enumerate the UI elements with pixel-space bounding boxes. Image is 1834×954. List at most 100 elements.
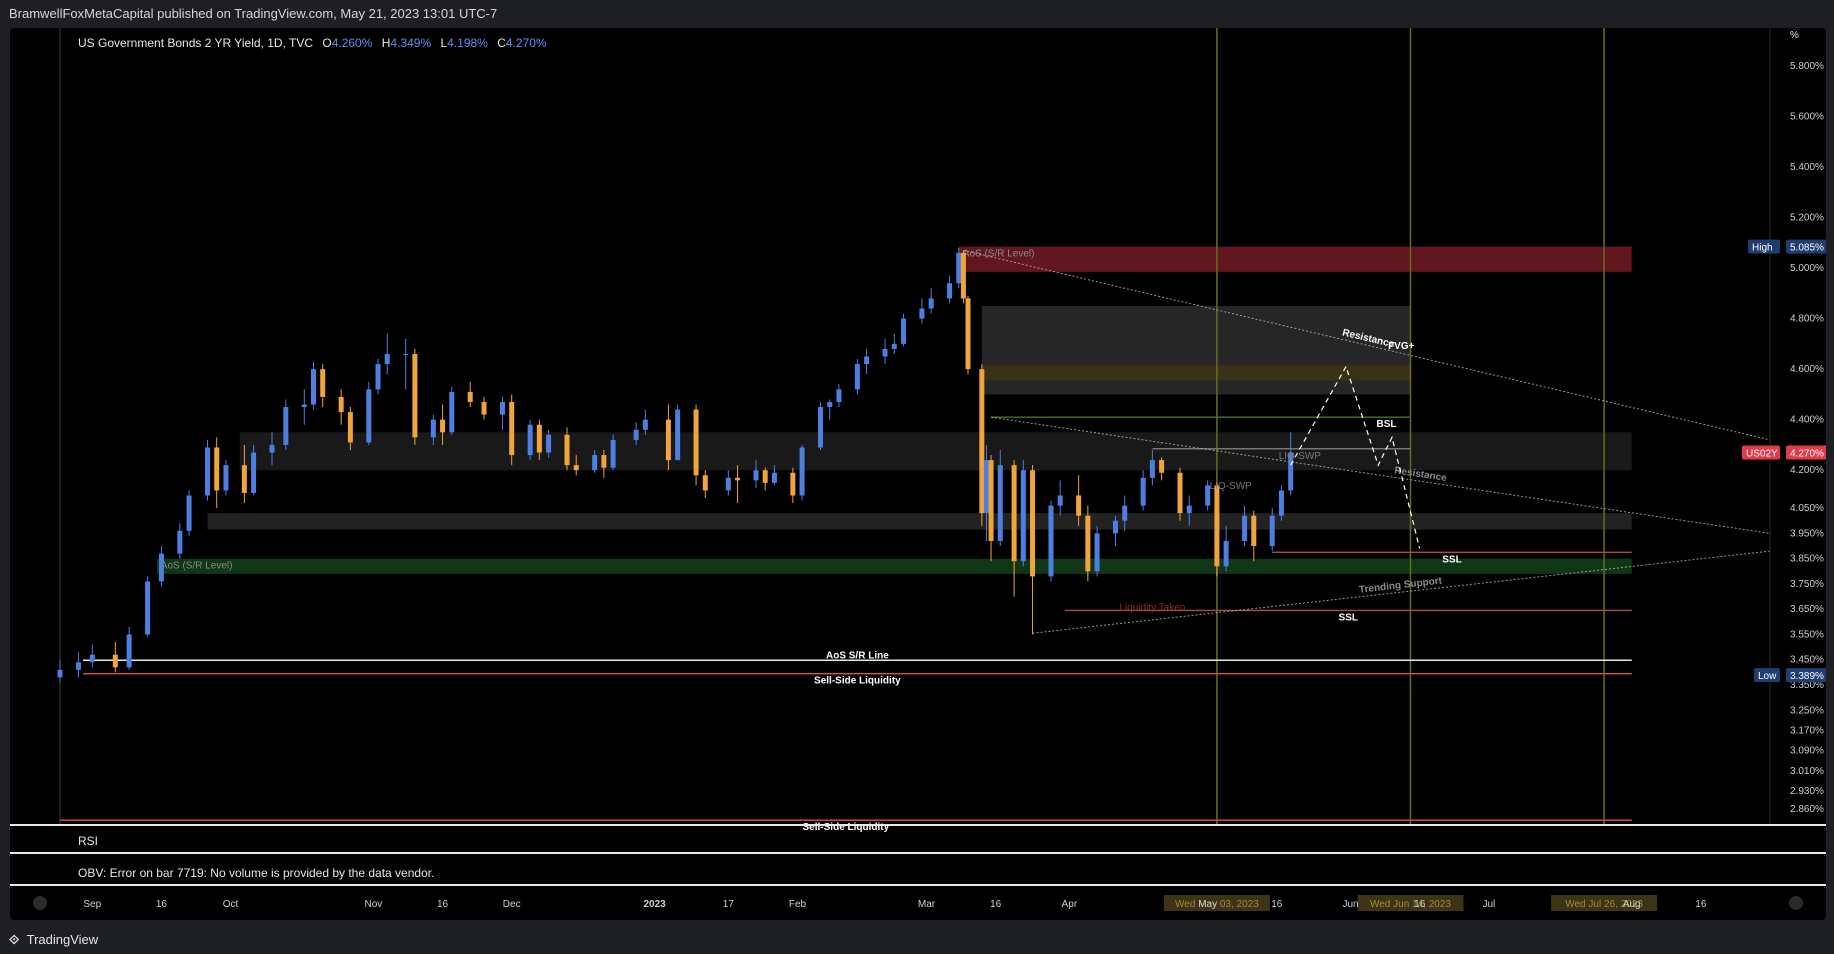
price-tick-label: 4.400% bbox=[1790, 415, 1824, 426]
candle-body bbox=[702, 475, 708, 491]
auto-scale-icon[interactable] bbox=[1789, 896, 1803, 910]
candle-body bbox=[642, 419, 648, 430]
close-value: 4.270% bbox=[505, 36, 547, 50]
candle-body bbox=[1094, 533, 1100, 572]
price-tick-label: 5.400% bbox=[1790, 162, 1824, 173]
candle-body bbox=[753, 470, 759, 481]
time-tick-label: Dec bbox=[503, 899, 521, 910]
candle-body bbox=[1011, 465, 1017, 562]
close-label: C bbox=[497, 36, 506, 50]
candle-body bbox=[89, 654, 95, 663]
candle-body bbox=[601, 455, 607, 468]
candle-body bbox=[960, 252, 966, 299]
candle-body bbox=[1278, 490, 1284, 516]
price-label-name: US02Y bbox=[1746, 449, 1778, 460]
symbol-legend: US Government Bonds 2 YR Yield, 1D, TVC … bbox=[78, 36, 547, 50]
publish-header: BramwellFoxMetaCapital published on Trad… bbox=[0, 0, 1834, 28]
rsi-pane-label: RSI bbox=[78, 834, 99, 848]
price-label-value: 3.389% bbox=[1790, 671, 1824, 682]
candle-body bbox=[1140, 477, 1146, 506]
candle-body bbox=[633, 429, 639, 440]
price-tick-label: 3.750% bbox=[1790, 579, 1824, 590]
candle-body bbox=[827, 401, 833, 408]
price-tick-label: 5.600% bbox=[1790, 111, 1824, 122]
candle-body bbox=[223, 465, 229, 491]
candle-body bbox=[1242, 515, 1248, 541]
level-label: Sell-Side Liquidity bbox=[814, 676, 901, 687]
footer: ⟐ TradingView bbox=[0, 926, 1834, 954]
price-tick-label: 4.050% bbox=[1790, 503, 1824, 514]
price-tick-label: 3.950% bbox=[1790, 528, 1824, 539]
candle-body bbox=[1085, 515, 1091, 572]
candle-body bbox=[112, 654, 118, 668]
candle-body bbox=[145, 581, 151, 635]
candle-body bbox=[919, 308, 925, 319]
candle-body bbox=[403, 353, 409, 355]
candle-body bbox=[177, 530, 183, 554]
candle-body bbox=[269, 444, 275, 453]
candle-body bbox=[610, 439, 616, 468]
time-tick-label: 2023 bbox=[643, 899, 666, 910]
price-label-name: Low bbox=[1758, 671, 1777, 682]
candle-body bbox=[301, 404, 307, 408]
candle-body bbox=[956, 252, 962, 284]
candle-body bbox=[836, 389, 842, 402]
candle-body bbox=[536, 424, 542, 453]
candle-body bbox=[412, 353, 418, 438]
time-tick-label: 16 bbox=[990, 899, 1002, 910]
chart-annotation: Liquidity Taken bbox=[1119, 602, 1185, 613]
candle-body bbox=[1057, 495, 1063, 506]
candle-body bbox=[1030, 470, 1036, 577]
candle-body bbox=[997, 465, 1003, 541]
chart-annotation: FVG+ bbox=[1388, 341, 1415, 352]
candle-body bbox=[675, 409, 681, 461]
price-tick-label: 4.200% bbox=[1790, 465, 1824, 476]
candle-body bbox=[762, 470, 768, 483]
time-tick-label: Mar bbox=[918, 899, 936, 910]
candle-body bbox=[1214, 485, 1220, 567]
candle-body bbox=[790, 472, 796, 496]
zone-rect bbox=[239, 432, 1632, 471]
brand-name: TradingView bbox=[26, 932, 99, 947]
level-label: AoS S/R Line bbox=[826, 650, 889, 661]
pane-separator bbox=[10, 824, 1826, 826]
time-tick-label: 16 bbox=[156, 899, 168, 910]
pane-separator bbox=[10, 852, 1826, 854]
candle-body bbox=[347, 412, 353, 443]
level-label: SSL bbox=[1339, 612, 1358, 623]
zone-rect bbox=[207, 513, 1632, 530]
time-tick-label: 16 bbox=[1414, 899, 1426, 910]
candle-body bbox=[366, 389, 372, 443]
candle-body bbox=[126, 634, 132, 668]
price-label-value: 4.270% bbox=[1790, 449, 1824, 460]
chart-annotation: LIQ-SWP bbox=[1210, 481, 1253, 492]
candle-body bbox=[573, 465, 579, 471]
price-tick-label: 5.000% bbox=[1790, 263, 1824, 274]
zoom-reset-icon[interactable] bbox=[33, 896, 47, 910]
candle-body bbox=[1159, 460, 1165, 473]
price-tick-label: 5.800% bbox=[1790, 61, 1824, 72]
candle-body bbox=[818, 407, 824, 448]
level-label: SSL bbox=[1442, 554, 1461, 565]
candle-body bbox=[375, 364, 381, 390]
candle-body bbox=[947, 283, 953, 299]
time-tick-label: Jul bbox=[1482, 899, 1495, 910]
price-chart[interactable]: AoS (S/R Level) AoS (S/R Level) AoS S/R Li… bbox=[10, 28, 1826, 920]
price-tick-label: 4.600% bbox=[1790, 364, 1824, 375]
candle-body bbox=[499, 401, 505, 415]
candle-body bbox=[1048, 505, 1054, 577]
candle-body bbox=[311, 369, 317, 405]
candle-body bbox=[983, 460, 989, 514]
candle-body bbox=[564, 434, 570, 466]
price-tick-label: 3.010% bbox=[1790, 766, 1824, 777]
time-tick-label: Oct bbox=[223, 899, 239, 910]
high-value: 4.349% bbox=[390, 36, 432, 50]
price-tick-label: 2.860% bbox=[1790, 804, 1824, 815]
price-tick-label: 4.800% bbox=[1790, 314, 1824, 325]
time-tick-label: 16 bbox=[1695, 899, 1707, 910]
zone-label: AoS (S/R Level) bbox=[161, 561, 233, 572]
candle-body bbox=[251, 452, 257, 493]
candle-body bbox=[1149, 460, 1155, 478]
candle-body bbox=[75, 662, 81, 670]
time-tick-label: Apr bbox=[1062, 899, 1078, 910]
